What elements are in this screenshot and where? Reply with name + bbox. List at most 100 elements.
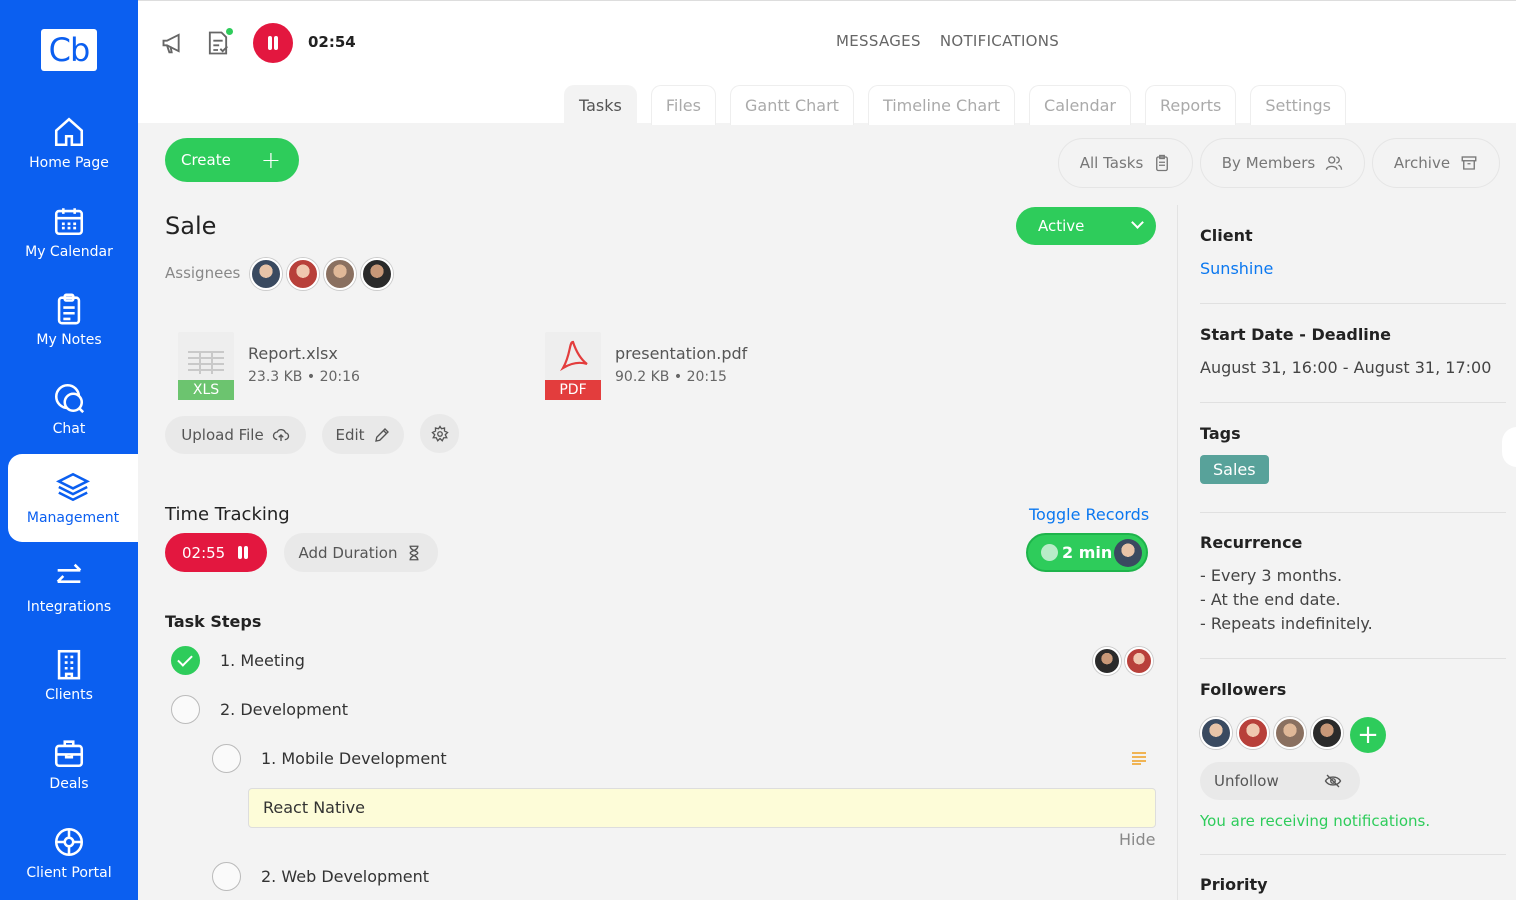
avatar[interactable]: [361, 258, 393, 290]
portal-icon: [54, 827, 84, 857]
sidebar-item-label: Chat: [52, 421, 86, 437]
sidebar: Cb Home Page My Calendar My Notes Chat M…: [0, 0, 138, 900]
avatar[interactable]: [1200, 717, 1232, 749]
step-avatars: [1093, 647, 1158, 675]
gear-icon: [430, 424, 449, 442]
task-step[interactable]: 2. Development: [171, 695, 348, 724]
tab-files[interactable]: Files: [650, 85, 716, 125]
task-timer-button[interactable]: 02:55: [165, 533, 267, 572]
calendar-icon: [54, 208, 84, 236]
edit-button[interactable]: Edit: [322, 416, 404, 454]
hide-link[interactable]: Hide: [1119, 830, 1155, 849]
avatar[interactable]: [1237, 717, 1269, 749]
archive-label: Archive: [1393, 154, 1451, 172]
sidebar-item-notes[interactable]: My Notes: [0, 276, 138, 364]
sidebar-item-client-portal[interactable]: Client Portal: [0, 809, 138, 897]
time-tracking-title: Time Tracking: [165, 504, 290, 525]
priority-label: Priority: [1200, 875, 1268, 894]
app-logo[interactable]: Cb: [41, 29, 97, 71]
briefcase-icon: [54, 740, 84, 768]
tab-tasks[interactable]: Tasks: [564, 85, 637, 125]
tab-timeline-chart[interactable]: Timeline Chart: [867, 85, 1016, 125]
layers-icon: [56, 472, 90, 502]
dates-section: Start Date - Deadline August 31, 16:00 -…: [1200, 325, 1506, 377]
sidebar-item-calendar[interactable]: My Calendar: [0, 188, 138, 276]
by-members-label: By Members: [1221, 154, 1316, 172]
all-tasks-button[interactable]: All Tasks: [1058, 138, 1193, 188]
unfollow-button[interactable]: Unfollow: [1200, 762, 1360, 800]
avatar[interactable]: [324, 258, 356, 290]
checkbox[interactable]: [212, 744, 241, 773]
pencil-icon: [374, 428, 389, 442]
file-item[interactable]: XLS Report.xlsx 23.3 KB • 20:16: [178, 332, 360, 400]
avatar[interactable]: [1311, 717, 1343, 749]
messages-link[interactable]: MESSAGES: [836, 32, 921, 50]
status-dropdown[interactable]: Active: [1016, 207, 1156, 245]
upload-file-button[interactable]: Upload File: [165, 416, 306, 454]
pause-timer-button[interactable]: [253, 23, 293, 63]
megaphone-icon[interactable]: [160, 29, 188, 57]
tab-settings[interactable]: Settings: [1250, 85, 1346, 125]
add-follower-button[interactable]: +: [1350, 717, 1386, 753]
panel-collapse-handle[interactable]: [1502, 427, 1516, 467]
pause-icon: [237, 546, 249, 559]
top-bar: 02:54 MESSAGES NOTIFICATIONS Tasks Files…: [138, 0, 1516, 125]
file-item[interactable]: PDF presentation.pdf 90.2 KB • 20:15: [545, 332, 747, 400]
checkbox[interactable]: [212, 862, 241, 891]
avatar[interactable]: [287, 258, 319, 290]
sidebar-item-label: My Calendar: [25, 244, 113, 260]
unfollow-label: Unfollow: [1214, 772, 1279, 790]
dates-label: Start Date - Deadline: [1200, 325, 1392, 344]
settings-button[interactable]: [420, 414, 459, 453]
avatar[interactable]: [1125, 647, 1153, 675]
assignees-label: Assignees: [165, 264, 241, 282]
avatar[interactable]: [250, 258, 282, 290]
recurrence-line: - Every 3 months.: [1200, 566, 1343, 585]
divider: [1200, 303, 1506, 304]
plus-icon: +: [260, 146, 281, 174]
online-dot: [226, 28, 233, 35]
task-title: Sale: [165, 212, 217, 240]
tab-gantt-chart[interactable]: Gantt Chart: [729, 85, 854, 125]
recurrence-line: - Repeats indefinitely.: [1200, 614, 1373, 633]
sidebar-item-deals[interactable]: Deals: [0, 720, 138, 808]
archive-button[interactable]: Archive: [1372, 138, 1500, 188]
notifications-link[interactable]: NOTIFICATIONS: [940, 32, 1059, 50]
recurrence-label: Recurrence: [1200, 533, 1303, 552]
checked-checkbox[interactable]: [171, 646, 200, 675]
followers-section: Followers: [1200, 680, 1506, 699]
by-members-button[interactable]: By Members: [1200, 138, 1365, 188]
archive-icon: [1461, 156, 1477, 170]
task-substep[interactable]: 2. Web Development: [212, 862, 429, 891]
duration-record[interactable]: 2 min: [1026, 533, 1148, 572]
task-substep[interactable]: 1. Mobile Development: [212, 744, 447, 773]
sidebar-item-management[interactable]: Management: [8, 454, 138, 542]
sidebar-item-integrations[interactable]: Integrations: [0, 543, 138, 631]
tag-badge[interactable]: Sales: [1200, 455, 1269, 484]
create-button[interactable]: Create +: [165, 138, 299, 182]
sidebar-item-label: My Notes: [36, 332, 102, 348]
avatar[interactable]: [1274, 717, 1306, 749]
sidebar-item-clients[interactable]: Clients: [0, 631, 138, 719]
note-lines-icon[interactable]: [1131, 751, 1147, 765]
task-step[interactable]: 1. Meeting: [171, 646, 305, 675]
client-link[interactable]: Sunshine: [1200, 259, 1506, 278]
sidebar-item-label: Client Portal: [26, 865, 112, 881]
client-label: Client: [1200, 226, 1253, 245]
sidebar-item-home[interactable]: Home Page: [0, 99, 138, 187]
sidebar-item-chat[interactable]: Chat: [0, 365, 138, 453]
notification-status: You are receiving notifications.: [1200, 812, 1431, 830]
step-label: 1. Meeting: [220, 651, 305, 670]
checkbox[interactable]: [171, 695, 200, 724]
status-label: Active: [1038, 217, 1085, 235]
clipboard-icon: [1156, 154, 1169, 172]
create-label: Create: [181, 151, 231, 169]
add-duration-button[interactable]: Add Duration: [284, 533, 438, 572]
home-icon: [54, 117, 84, 147]
sidebar-item-label: Clients: [45, 687, 93, 703]
tab-calendar[interactable]: Calendar: [1029, 85, 1131, 125]
tab-reports[interactable]: Reports: [1144, 85, 1237, 125]
toggle-records-link[interactable]: Toggle Records: [1029, 505, 1149, 524]
step-note[interactable]: React Native: [248, 788, 1156, 828]
avatar[interactable]: [1093, 647, 1121, 675]
